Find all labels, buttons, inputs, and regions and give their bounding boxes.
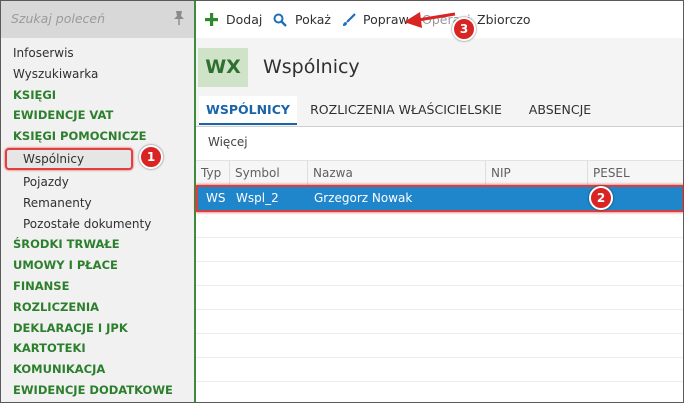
callout-2: 2 [589, 186, 613, 210]
callout-3: 3 [452, 17, 476, 41]
callout-1: 1 [139, 145, 163, 169]
annotation-arrow [404, 12, 456, 28]
